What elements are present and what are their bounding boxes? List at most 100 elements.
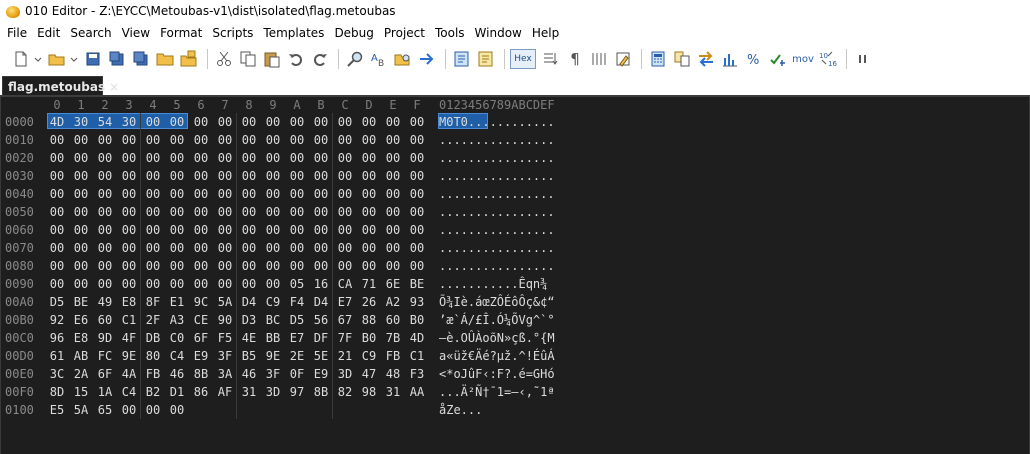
- hex-byte[interactable]: 00: [93, 131, 117, 149]
- hex-byte[interactable]: 00: [357, 203, 381, 221]
- hex-byte[interactable]: 16: [309, 275, 333, 293]
- hex-byte[interactable]: 6F: [189, 329, 213, 347]
- hex-byte[interactable]: 30: [69, 113, 93, 131]
- hex-byte[interactable]: 00: [117, 131, 141, 149]
- menu-scripts[interactable]: Scripts: [207, 26, 258, 40]
- hex-byte[interactable]: 00: [405, 167, 429, 185]
- hex-row[interactable]: 0090 00 00 00 00 00 00 00 00 00 00 05 16 CA 71 6E BE....…: [1, 275, 1029, 293]
- hex-byte[interactable]: C1: [405, 347, 429, 365]
- hex-byte[interactable]: 00: [285, 167, 309, 185]
- hex-byte[interactable]: 00: [285, 131, 309, 149]
- hex-byte[interactable]: 98: [357, 383, 381, 401]
- menu-window[interactable]: Window: [470, 26, 527, 40]
- menu-project[interactable]: Project: [379, 26, 430, 40]
- undo-icon[interactable]: [285, 48, 307, 70]
- hex-byte[interactable]: 00: [381, 185, 405, 203]
- hex-byte[interactable]: 00: [45, 185, 69, 203]
- hex-byte[interactable]: 00: [213, 257, 237, 275]
- calculator-icon[interactable]: [647, 48, 669, 70]
- ascii-text[interactable]: ................: [439, 257, 555, 275]
- hex-byte[interactable]: CA: [333, 275, 357, 293]
- hex-byte[interactable]: DF: [309, 329, 333, 347]
- histogram-icon[interactable]: [719, 48, 741, 70]
- hex-byte[interactable]: 00: [285, 113, 309, 131]
- hex-byte[interactable]: 00: [261, 149, 285, 167]
- hex-byte[interactable]: B0: [405, 311, 429, 329]
- hex-byte[interactable]: 00: [261, 167, 285, 185]
- hex-byte[interactable]: 00: [165, 185, 189, 203]
- hex-row[interactable]: 0020 00 00 00 00 00 00 00 00 00 00 00 00 00 00 00 00....…: [1, 149, 1029, 167]
- hex-byte[interactable]: 00: [333, 131, 357, 149]
- hex-byte[interactable]: 48: [381, 365, 405, 383]
- checksum-icon[interactable]: [767, 48, 789, 70]
- hex-byte[interactable]: 00: [309, 203, 333, 221]
- hex-byte[interactable]: 00: [69, 131, 93, 149]
- hex-row[interactable]: 0060 00 00 00 00 00 00 00 00 00 00 00 00 00 00 00 00....…: [1, 221, 1029, 239]
- hex-byte[interactable]: 00: [165, 275, 189, 293]
- hex-byte[interactable]: 8F: [141, 293, 165, 311]
- hex-byte[interactable]: 00: [237, 131, 261, 149]
- hex-byte[interactable]: 00: [117, 401, 141, 419]
- hex-byte[interactable]: 00: [405, 257, 429, 275]
- ascii-text[interactable]: M0T0............: [439, 113, 555, 131]
- hex-byte[interactable]: 00: [45, 203, 69, 221]
- hex-byte[interactable]: 00: [309, 239, 333, 257]
- hex-byte[interactable]: 00: [405, 113, 429, 131]
- goto-arrow-icon[interactable]: [416, 48, 438, 70]
- hex-byte[interactable]: 5A: [69, 401, 93, 419]
- hex-byte[interactable]: 00: [333, 203, 357, 221]
- hex-byte[interactable]: C9: [357, 347, 381, 365]
- hex-byte[interactable]: BB: [261, 329, 285, 347]
- hex-byte[interactable]: E6: [69, 311, 93, 329]
- hex-byte[interactable]: B2: [141, 383, 165, 401]
- hex-byte[interactable]: 49: [93, 293, 117, 311]
- hex-byte[interactable]: 00: [213, 275, 237, 293]
- hex-editor[interactable]: 0123456789ABCDEF 0123456789ABCDEF 0000 4D…: [0, 97, 1030, 454]
- hex-byte[interactable]: 00: [237, 167, 261, 185]
- hex-byte[interactable]: 8B: [309, 383, 333, 401]
- hex-byte[interactable]: 00: [93, 239, 117, 257]
- hex-byte[interactable]: 00: [93, 203, 117, 221]
- hex-byte[interactable]: BE: [405, 275, 429, 293]
- hex-byte[interactable]: 00: [381, 149, 405, 167]
- text-mode-icon[interactable]: [540, 48, 562, 70]
- hex-byte[interactable]: D3: [237, 311, 261, 329]
- hex-byte[interactable]: 97: [285, 383, 309, 401]
- hex-byte[interactable]: 00: [69, 149, 93, 167]
- hex-row[interactable]: 00A0 D5 BE 49 E8 8F E1 9C 5A D4 C9 F4 D4 E7 26 A2 93 Õ¾Iè…: [1, 293, 1029, 311]
- pause-icon[interactable]: [852, 48, 874, 70]
- hex-byte[interactable]: 00: [69, 185, 93, 203]
- menu-edit[interactable]: Edit: [32, 26, 65, 40]
- hex-byte[interactable]: 00: [333, 113, 357, 131]
- hex-byte[interactable]: E9: [189, 347, 213, 365]
- hex-byte[interactable]: 9E: [261, 347, 285, 365]
- hex-byte[interactable]: 00: [213, 113, 237, 131]
- hex-byte[interactable]: 00: [213, 149, 237, 167]
- hex-byte[interactable]: 00: [117, 275, 141, 293]
- hex-mode-button[interactable]: Hex: [510, 49, 536, 69]
- hex-byte[interactable]: 00: [69, 275, 93, 293]
- hex-byte[interactable]: 00: [213, 167, 237, 185]
- hex-byte[interactable]: 00: [141, 221, 165, 239]
- hex-byte[interactable]: 00: [189, 239, 213, 257]
- hex-byte[interactable]: 00: [405, 203, 429, 221]
- hex-byte[interactable]: 00: [405, 149, 429, 167]
- hex-byte[interactable]: 00: [285, 203, 309, 221]
- find-in-files-icon[interactable]: [392, 48, 414, 70]
- hex-byte[interactable]: 00: [141, 239, 165, 257]
- cut-icon[interactable]: [213, 48, 235, 70]
- hex-row[interactable]: 0030 00 00 00 00 00 00 00 00 00 00 00 00 00 00 00 00....…: [1, 167, 1029, 185]
- hex-byte[interactable]: 61: [45, 347, 69, 365]
- replace-icon[interactable]: AB: [368, 48, 390, 70]
- hex-byte[interactable]: 8D: [45, 383, 69, 401]
- hex-byte[interactable]: 9D: [93, 329, 117, 347]
- ascii-text[interactable]: ’æ`Á/£Î.Ó¼ÕVg^`°: [439, 311, 555, 329]
- template-icon[interactable]: [475, 48, 497, 70]
- hex-byte[interactable]: 00: [261, 185, 285, 203]
- hex-byte[interactable]: 00: [165, 113, 189, 131]
- hex-byte[interactable]: AB: [69, 347, 93, 365]
- hex-byte[interactable]: 30: [117, 113, 141, 131]
- hex-byte[interactable]: 00: [189, 149, 213, 167]
- hex-byte[interactable]: 6E: [381, 275, 405, 293]
- hex-byte[interactable]: 21: [333, 347, 357, 365]
